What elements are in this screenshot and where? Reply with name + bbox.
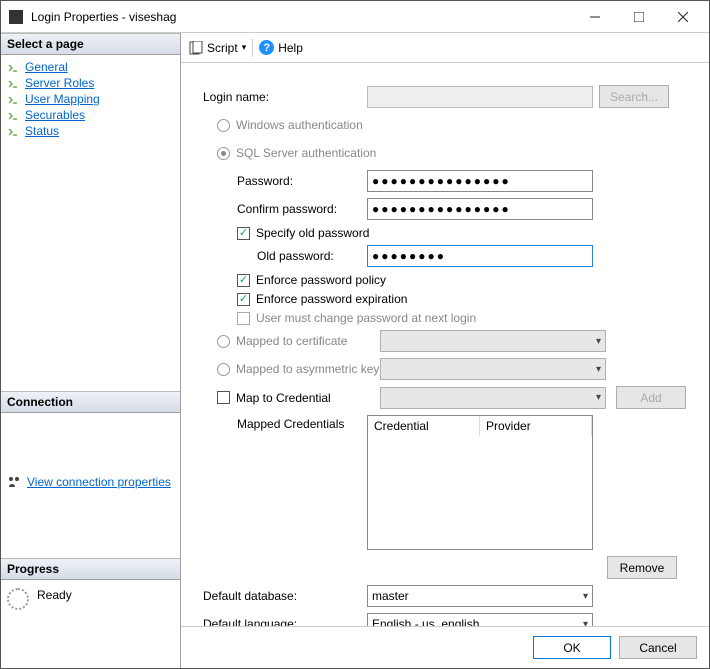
chevron-down-icon: ▾: [596, 392, 601, 403]
maximize-button[interactable]: [617, 2, 661, 32]
cancel-button[interactable]: Cancel: [619, 636, 697, 659]
col-provider: Provider: [480, 416, 592, 436]
mapped-akey-label: Mapped to asymmetric key: [236, 362, 380, 376]
progress-status: Ready: [37, 588, 72, 602]
confirm-password-label: Confirm password:: [197, 202, 367, 216]
search-button[interactable]: Search...: [599, 85, 669, 108]
chevron-down-icon: ▾: [583, 591, 588, 602]
separator: [252, 39, 253, 57]
titlebar: Login Properties - viseshag: [1, 1, 709, 33]
enforce-expiration-label: Enforce password expiration: [256, 292, 407, 306]
select-page-header: Select a page: [1, 33, 180, 55]
old-password-input[interactable]: [367, 245, 593, 267]
help-icon: ?: [259, 40, 274, 55]
progress-header: Progress: [1, 558, 180, 580]
windows-auth-label: Windows authentication: [236, 118, 363, 132]
sidebar-item-status[interactable]: Status: [5, 123, 176, 139]
connection-box: View connection properties: [1, 413, 180, 558]
certificate-combo: ▾: [380, 330, 606, 352]
toolbar: Script ▾ ? Help: [181, 33, 709, 63]
enforce-policy-label: Enforce password policy: [256, 273, 386, 287]
specify-old-password-label: Specify old password: [256, 226, 369, 240]
mapped-cert-radio: [217, 335, 230, 348]
sidebar-item-server-roles[interactable]: Server Roles: [5, 75, 176, 91]
enforce-expiration-checkbox[interactable]: [237, 293, 250, 306]
map-credential-checkbox[interactable]: [217, 391, 230, 404]
progress-box: Ready: [1, 580, 180, 668]
sidebar-item-general[interactable]: General: [5, 59, 176, 75]
credential-combo: ▾: [380, 387, 606, 409]
sql-auth-label: SQL Server authentication: [236, 146, 376, 160]
chevron-down-icon: ▾: [596, 336, 601, 347]
login-name-input: [367, 86, 593, 108]
col-credential: Credential: [368, 416, 480, 436]
asym-key-combo: ▾: [380, 358, 606, 380]
add-button[interactable]: Add: [616, 386, 686, 409]
default-lang-label: Default language:: [197, 617, 367, 626]
remove-button[interactable]: Remove: [607, 556, 677, 579]
mapped-credentials-label: Mapped Credentials: [197, 415, 367, 431]
page-list: General Server Roles User Mapping Secura…: [1, 55, 180, 391]
mapped-cert-label: Mapped to certificate: [236, 334, 380, 348]
dropdown-arrow-icon: ▾: [242, 42, 247, 53]
connection-icon: [7, 475, 21, 489]
ok-button[interactable]: OK: [533, 636, 611, 659]
script-button[interactable]: Script ▾: [189, 41, 246, 55]
sql-auth-radio: [217, 147, 230, 160]
windows-auth-radio: [217, 119, 230, 132]
sidebar: Select a page General Server Roles User …: [1, 33, 181, 668]
sidebar-item-user-mapping[interactable]: User Mapping: [5, 91, 176, 107]
map-credential-label: Map to Credential: [236, 391, 380, 405]
chevron-down-icon: ▾: [596, 364, 601, 375]
help-button[interactable]: ? Help: [259, 40, 303, 55]
old-password-label: Old password:: [197, 249, 367, 263]
connection-header: Connection: [1, 391, 180, 413]
sidebar-item-securables[interactable]: Securables: [5, 107, 176, 123]
close-button[interactable]: [661, 2, 705, 32]
dialog-buttons: OK Cancel: [181, 626, 709, 668]
mapped-akey-radio: [217, 363, 230, 376]
content-area: Login name: Search... Windows authentica…: [181, 63, 709, 626]
login-name-label: Login name:: [197, 90, 367, 104]
must-change-label: User must change password at next login: [256, 311, 476, 325]
window-title: Login Properties - viseshag: [31, 10, 573, 24]
confirm-password-input[interactable]: [367, 198, 593, 220]
must-change-checkbox: [237, 312, 250, 325]
enforce-policy-checkbox[interactable]: [237, 274, 250, 287]
app-icon: [9, 10, 23, 24]
default-db-combo[interactable]: master ▾: [367, 585, 593, 607]
specify-old-password-checkbox[interactable]: [237, 227, 250, 240]
chevron-down-icon: ▾: [583, 619, 588, 627]
view-connection-link[interactable]: View connection properties: [27, 475, 171, 489]
password-input[interactable]: [367, 170, 593, 192]
default-lang-combo[interactable]: English - us_english ▾: [367, 613, 593, 626]
minimize-button[interactable]: [573, 2, 617, 32]
script-icon: [189, 41, 203, 55]
default-db-label: Default database:: [197, 589, 367, 603]
password-label: Password:: [197, 174, 367, 188]
mapped-credentials-table[interactable]: Credential Provider: [367, 415, 593, 550]
progress-spinner-icon: [7, 588, 29, 610]
